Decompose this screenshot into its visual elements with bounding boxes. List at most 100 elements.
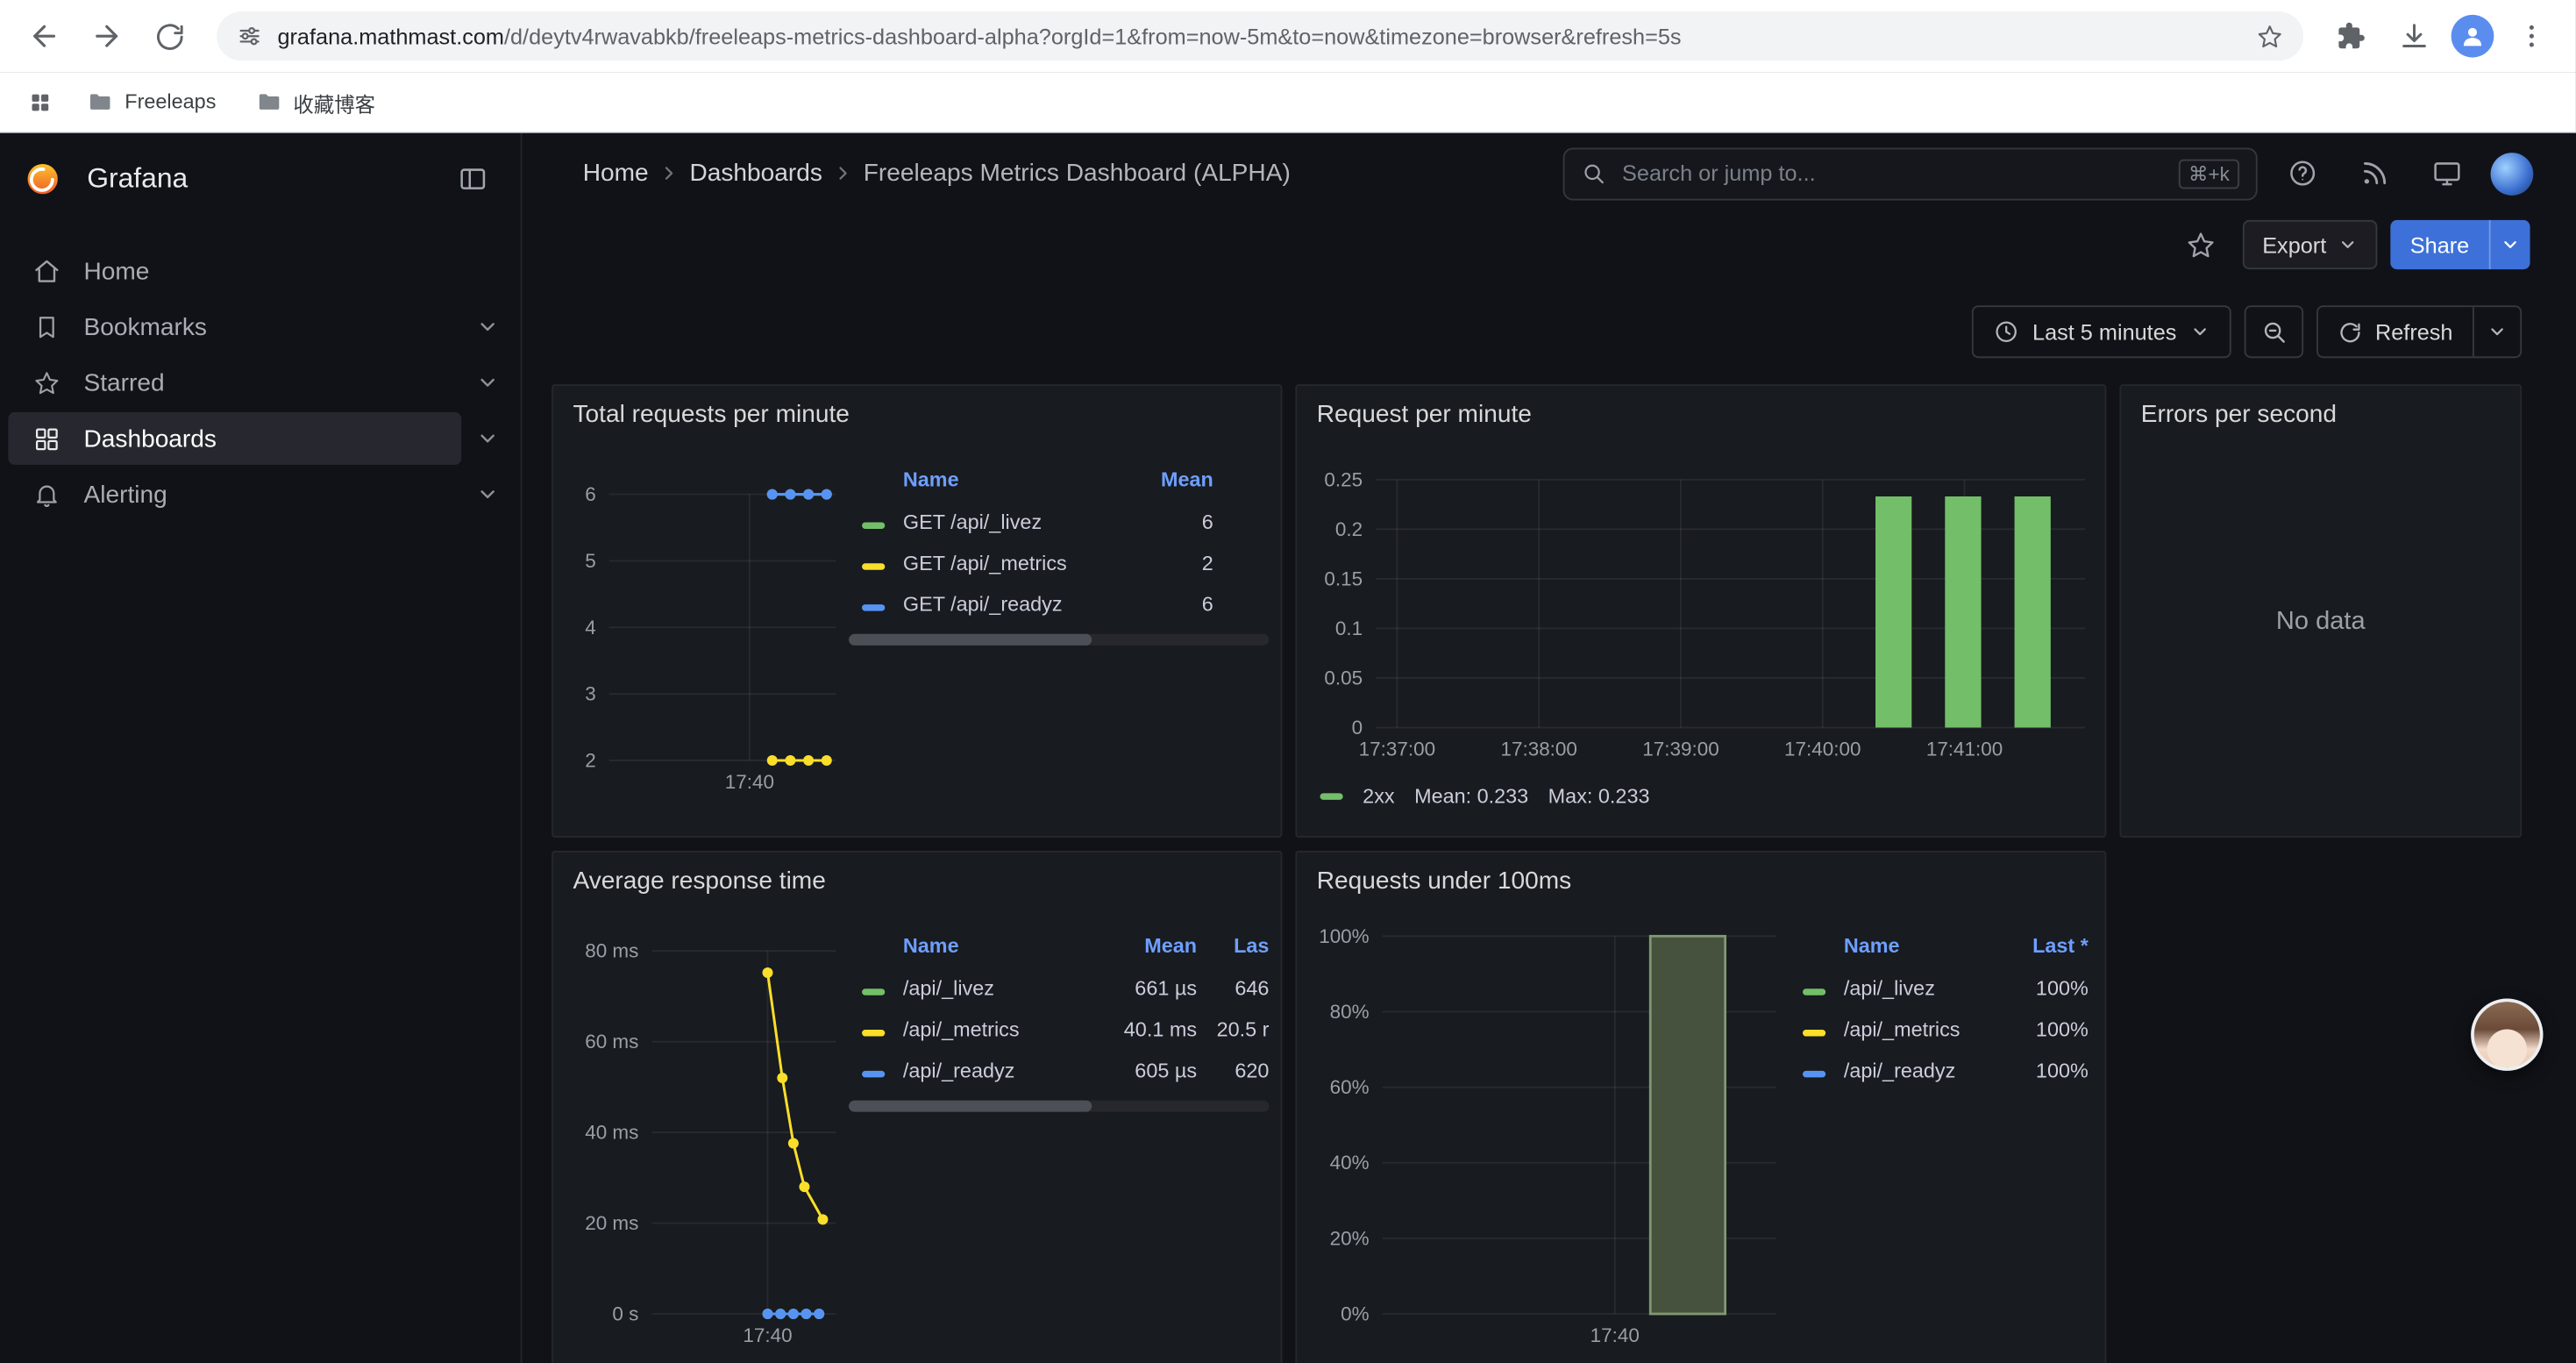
legend-series-name: GET /api/_readyz bbox=[903, 592, 1108, 615]
avg-response-time-chart[interactable]: 80 ms60 ms40 ms20 ms0 s17:40 bbox=[566, 911, 845, 1358]
legend-header: NameLast * bbox=[1790, 924, 2095, 967]
grafana-logo[interactable] bbox=[25, 161, 60, 196]
svg-text:17:40: 17:40 bbox=[725, 771, 774, 793]
apps-grid-icon[interactable] bbox=[17, 79, 62, 125]
site-controls-icon[interactable] bbox=[237, 23, 263, 49]
refresh-button[interactable]: Refresh bbox=[2317, 307, 2473, 356]
bookmark-star-icon[interactable] bbox=[2256, 22, 2284, 50]
legend-header: NameMeanLas bbox=[849, 924, 1269, 967]
panel-title[interactable]: Requests under 100ms bbox=[1317, 867, 1571, 896]
sidebar-item-dashboards[interactable]: Dashboards bbox=[0, 410, 521, 467]
share-button[interactable]: Share bbox=[2390, 220, 2488, 269]
browser-menu-icon[interactable] bbox=[2504, 8, 2560, 64]
legend-row[interactable]: GET /api/_livez6 bbox=[849, 501, 1269, 542]
legend-row[interactable]: GET /api/_metrics2 bbox=[849, 542, 1269, 583]
user-avatar[interactable] bbox=[2491, 152, 2534, 195]
help-icon[interactable] bbox=[2274, 146, 2330, 202]
sidebar-item-alerting[interactable]: Alerting bbox=[0, 467, 521, 523]
export-button[interactable]: Export bbox=[2243, 220, 2378, 269]
panel-total-requests: Total requests per minute 6543217:40 Nam… bbox=[551, 384, 1282, 838]
time-range-picker[interactable]: Last 5 minutes bbox=[1972, 305, 2231, 358]
rss-icon[interactable] bbox=[2346, 146, 2402, 202]
legend-row[interactable]: GET /api/_readyz6 bbox=[849, 583, 1269, 624]
legend-row[interactable]: /api/_readyz605 µs620 bbox=[849, 1050, 1269, 1091]
star-icon bbox=[32, 368, 60, 396]
bookmark-label: Freeleaps bbox=[125, 90, 216, 113]
assistant-avatar-button[interactable] bbox=[2471, 998, 2543, 1070]
sidebar-item-label: Alerting bbox=[83, 481, 167, 509]
search-input[interactable] bbox=[1619, 160, 2166, 188]
svg-text:4: 4 bbox=[585, 617, 596, 639]
bookmark-item-blog[interactable]: 收藏博客 bbox=[240, 79, 389, 125]
svg-text:17:40: 17:40 bbox=[1590, 1324, 1640, 1346]
svg-text:20 ms: 20 ms bbox=[585, 1212, 638, 1234]
browser-profile-avatar[interactable] bbox=[2451, 15, 2494, 58]
chevron-right-icon bbox=[658, 162, 680, 183]
sidebar-item-bookmarks[interactable]: Bookmarks bbox=[0, 299, 521, 355]
svg-text:17:40: 17:40 bbox=[743, 1324, 792, 1346]
panel-request-per-minute: Request per minute 0.250.20.150.10.05017… bbox=[1295, 384, 2106, 838]
svg-text:40%: 40% bbox=[1330, 1152, 1370, 1174]
legend-scrollbar[interactable] bbox=[849, 1101, 1269, 1112]
series-color-swatch bbox=[862, 1070, 885, 1076]
svg-text:0%: 0% bbox=[1341, 1302, 1369, 1324]
legend-column-header[interactable]: Name bbox=[903, 468, 1108, 491]
legend-column-header[interactable]: Mean bbox=[1088, 934, 1197, 957]
share-button-group: Share bbox=[2390, 220, 2530, 269]
refresh-button-group: Refresh bbox=[2316, 305, 2523, 358]
search-shortcut: ⌘+k bbox=[2179, 159, 2239, 189]
legend-row[interactable]: /api/_readyz100% bbox=[1790, 1050, 2095, 1091]
breadcrumb-dashboards[interactable]: Dashboards bbox=[689, 160, 822, 188]
legend-column-header[interactable]: Name bbox=[903, 934, 1089, 957]
sidebar-item-home[interactable]: Home bbox=[0, 243, 521, 299]
back-button[interactable] bbox=[17, 8, 73, 64]
svg-text:60 ms: 60 ms bbox=[585, 1031, 638, 1053]
legend-value: 20.5 r bbox=[1197, 1017, 1269, 1040]
bookmark-item-freeleaps[interactable]: Freeleaps bbox=[72, 79, 231, 125]
legend-column-header[interactable]: Name bbox=[1844, 934, 1983, 957]
reload-button[interactable] bbox=[141, 8, 197, 64]
search-box[interactable]: ⌘+k bbox=[1563, 147, 2258, 200]
series-color-swatch bbox=[862, 522, 885, 528]
grafana-header: Home Dashboards Freeleaps Metrics Dashbo… bbox=[522, 133, 2575, 214]
brand-name: Grafana bbox=[87, 161, 188, 194]
legend-series-name[interactable]: 2xx bbox=[1363, 785, 1394, 808]
legend-row[interactable]: /api/_metrics40.1 ms20.5 r bbox=[849, 1009, 1269, 1050]
chevron-down-icon[interactable] bbox=[476, 427, 499, 450]
chevron-down-icon[interactable] bbox=[476, 371, 499, 394]
requests-under-100ms-chart[interactable]: 100%80%60%40%20%0%17:40 bbox=[1310, 911, 1786, 1358]
legend-row[interactable]: /api/_metrics100% bbox=[1790, 1009, 2095, 1050]
legend-column-header[interactable]: Last * bbox=[1983, 934, 2089, 957]
chevron-down-icon[interactable] bbox=[476, 316, 499, 339]
extensions-icon[interactable] bbox=[2323, 8, 2380, 64]
monitor-icon[interactable] bbox=[2418, 146, 2474, 202]
panel-title[interactable]: Total requests per minute bbox=[573, 401, 850, 429]
favorite-star-icon[interactable] bbox=[2174, 217, 2230, 273]
search-icon bbox=[1581, 161, 1605, 186]
legend-row[interactable]: /api/_livez100% bbox=[1790, 967, 2095, 1009]
sidebar-collapse-icon[interactable] bbox=[452, 157, 495, 200]
sidebar-item-starred[interactable]: Starred bbox=[0, 354, 521, 410]
panel-title[interactable]: Average response time bbox=[573, 867, 826, 896]
legend-column-header[interactable]: Las bbox=[1197, 934, 1269, 957]
address-bar[interactable]: grafana.mathmast.com/d/deytv4rwavabkb/fr… bbox=[217, 11, 2303, 61]
zoom-out-button[interactable] bbox=[2244, 305, 2302, 358]
chevron-down-icon[interactable] bbox=[476, 483, 499, 506]
refresh-interval-dropdown[interactable] bbox=[2473, 307, 2520, 356]
breadcr umb-current: Freeleaps Metrics Dashboard (ALPHA) bbox=[864, 160, 1291, 188]
url-path: /d/deytv4rwavabkb/freeleaps-metrics-dash… bbox=[504, 24, 1682, 48]
legend-row[interactable]: /api/_livez661 µs646 bbox=[849, 967, 1269, 1009]
dashboard-grid: Total requests per minute 6543217:40 Nam… bbox=[522, 358, 2575, 1363]
panel-title[interactable]: Request per minute bbox=[1317, 401, 1532, 429]
legend-column-header[interactable]: Mean bbox=[1108, 468, 1213, 491]
breadcrumb-home[interactable]: Home bbox=[583, 160, 649, 188]
legend-scrollbar[interactable] bbox=[849, 634, 1269, 646]
request-per-minute-chart[interactable]: 0.250.20.150.10.05017:37:0017:38:0017:39… bbox=[1310, 445, 2095, 773]
downloads-icon[interactable] bbox=[2386, 8, 2442, 64]
forward-button[interactable] bbox=[79, 8, 135, 64]
url-text: grafana.mathmast.com/d/deytv4rwavabkb/fr… bbox=[277, 24, 2241, 48]
legend-series-name: /api/_livez bbox=[903, 976, 1089, 999]
total-requests-chart[interactable]: 6543217:40 bbox=[566, 445, 845, 825]
share-dropdown-icon[interactable] bbox=[2489, 220, 2530, 269]
grafana-app: Grafana Home Bookmarks bbox=[0, 133, 2576, 1363]
